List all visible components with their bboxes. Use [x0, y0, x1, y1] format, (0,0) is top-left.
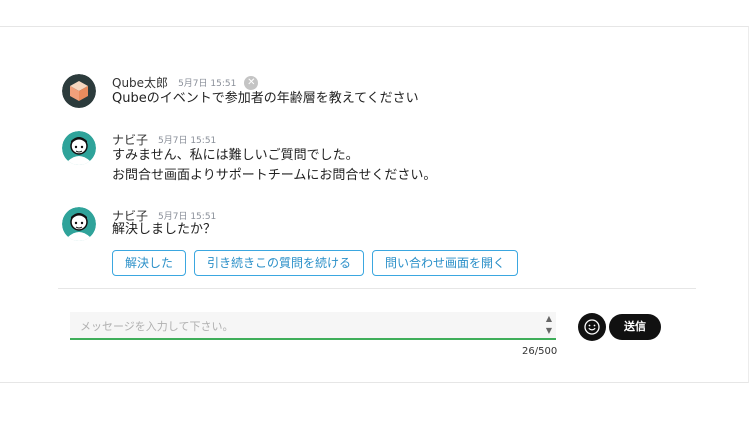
message-text: 解決しましたか？	[112, 222, 217, 237]
bot-avatar	[62, 131, 96, 165]
message-text: Qubeのイベントで参加者の年齢層を教えてください	[112, 91, 419, 106]
resolved-button[interactable]: 解決した	[112, 250, 187, 276]
emoji-icon[interactable]	[578, 313, 606, 341]
bot-avatar	[62, 207, 96, 241]
caret-down-icon[interactable]: ▼	[544, 325, 554, 337]
user-avatar	[62, 74, 96, 108]
caret-up-icon[interactable]: ▲	[544, 313, 554, 325]
continue-question-button[interactable]: 引き続きこの質問を続ける	[194, 250, 365, 276]
open-contact-button[interactable]: 問い合わせ画面を開く	[372, 250, 519, 276]
message-text-line: お問合せ画面よりサポートチームにお問合せください。	[112, 168, 437, 183]
quick-reply-buttons: 解決した 引き続きこの質問を続ける 問い合わせ画面を開く	[112, 250, 519, 276]
divider	[58, 288, 696, 289]
message-input[interactable]: メッセージを入力して下さい。 ▲ ▼	[70, 312, 556, 340]
char-counter: 26/500	[522, 346, 558, 357]
message-text-line: すみません、私には難しいご質問でした。	[112, 148, 359, 163]
input-spinner[interactable]: ▲ ▼	[544, 313, 554, 337]
send-button[interactable]: 送信	[609, 314, 661, 340]
input-placeholder: メッセージを入力して下さい。	[80, 320, 234, 333]
